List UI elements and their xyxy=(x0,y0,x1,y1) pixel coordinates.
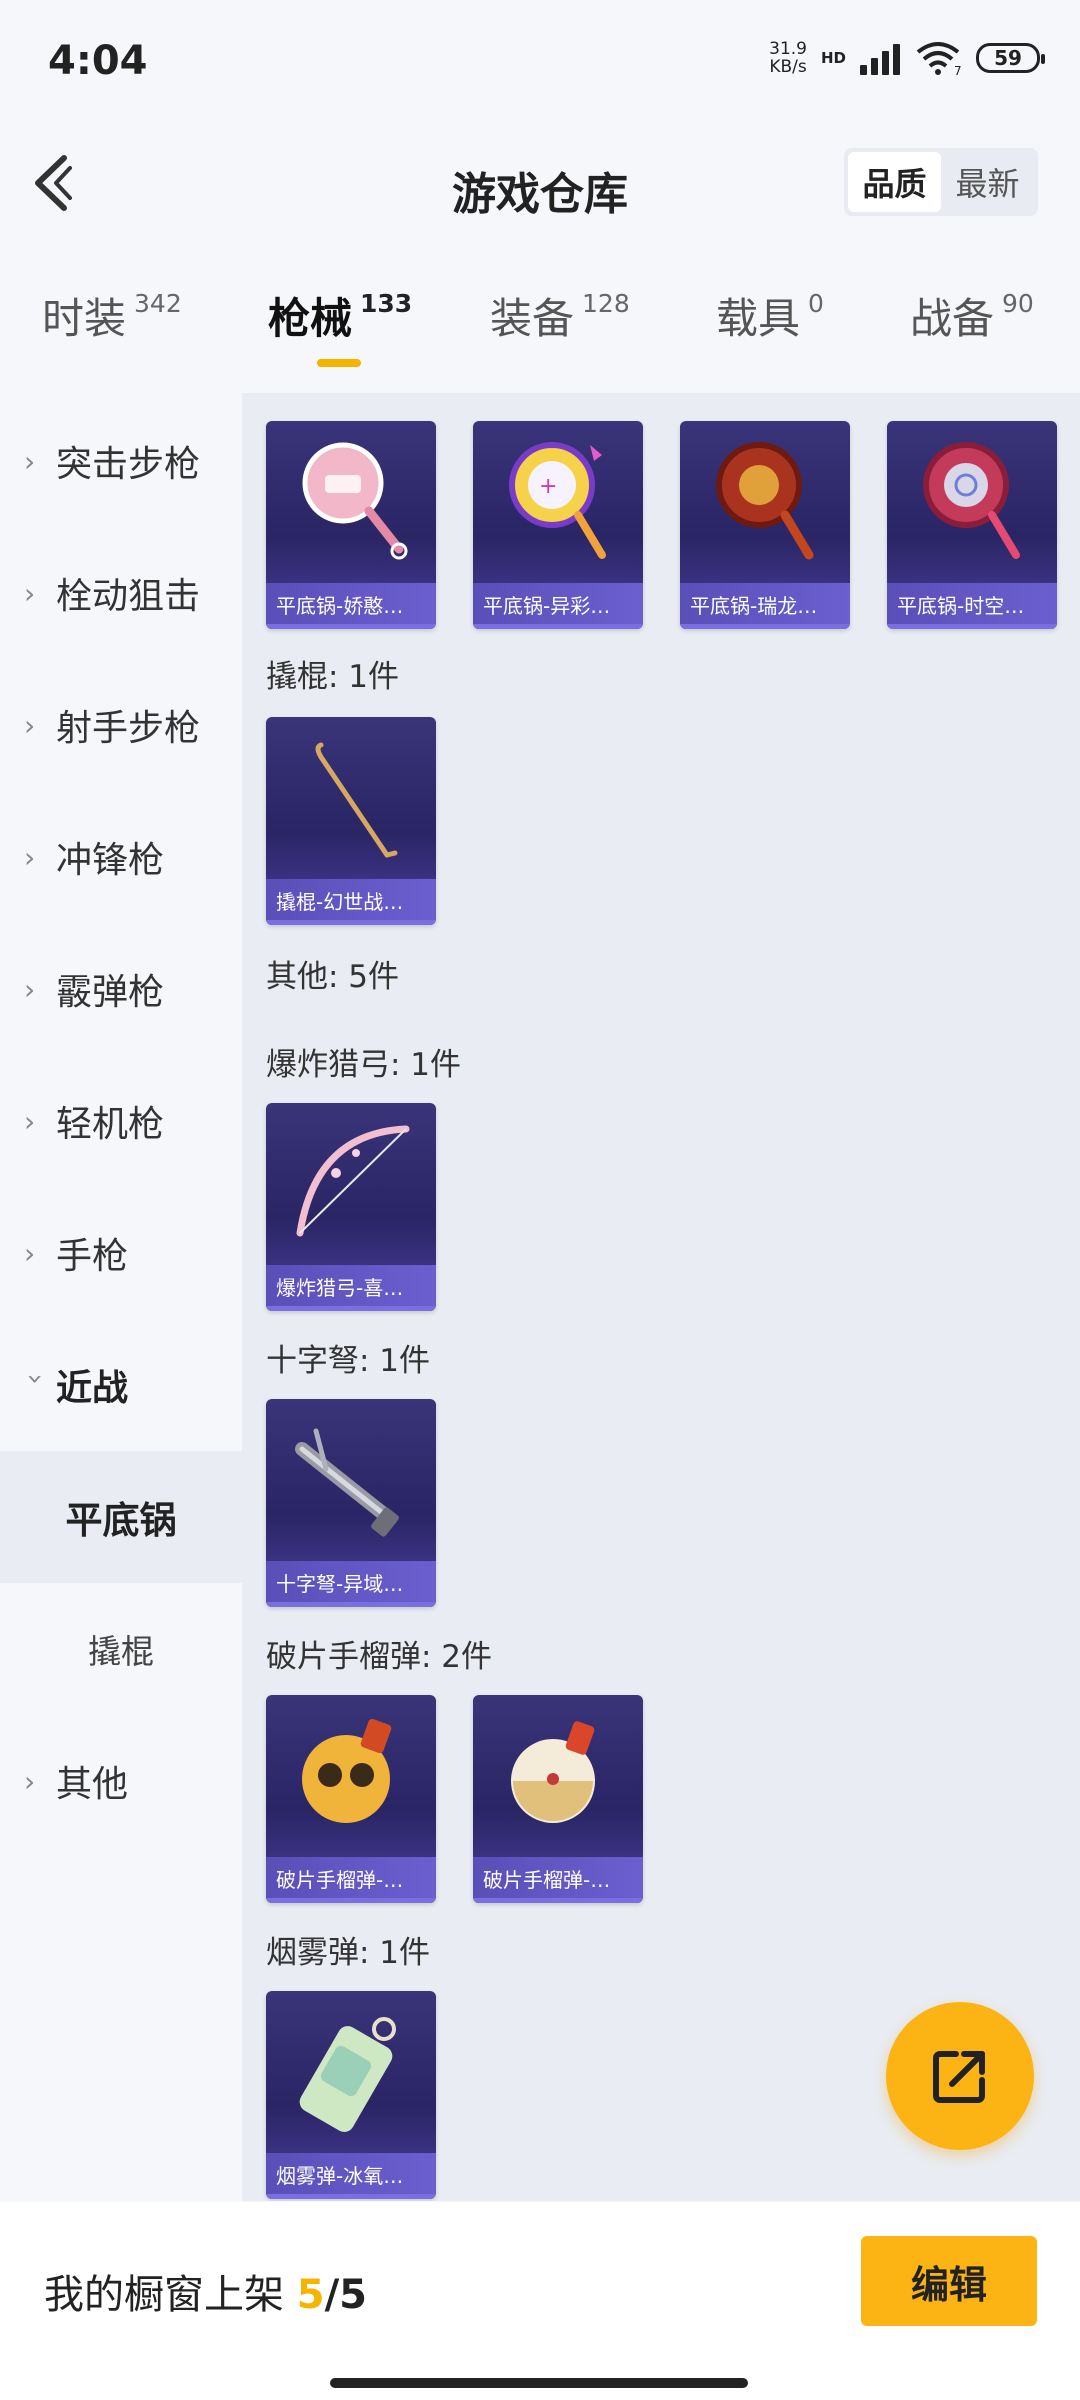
group-title-crowbar: 撬棍: 1件 xyxy=(266,659,400,695)
sidebar-item-marksman-rifles[interactable]: › 射手步枪 xyxy=(0,659,242,791)
back-arrow-icon xyxy=(35,155,72,211)
bow-icon xyxy=(266,1103,436,1263)
sidebar-subitem-crowbar[interactable]: 撬棍 xyxy=(0,1583,242,1715)
signal-icon xyxy=(860,41,900,75)
hd-badge: HD xyxy=(820,49,846,67)
group-title-smoke-grenade: 烟雾弹: 1件 xyxy=(266,1935,431,1971)
external-share-icon xyxy=(933,2051,985,2103)
pan-pink-icon xyxy=(266,421,436,581)
active-tab-indicator xyxy=(317,359,361,367)
sidebar-item-melee[interactable]: › 近战 xyxy=(0,1319,242,1451)
group-title-frag-grenade: 破片手榴弹: 2件 xyxy=(266,1639,493,1675)
tab-firearms[interactable]: 枪械 133 xyxy=(268,285,412,346)
tab-supplies[interactable]: 战备 90 xyxy=(910,285,1034,346)
sidebar-item-shotguns[interactable]: › 霰弹枪 xyxy=(0,923,242,1055)
smoke-grenade-icon xyxy=(266,1991,436,2151)
item-card-pan-3[interactable]: 平底锅-瑞龙… xyxy=(680,421,850,629)
sort-option-quality[interactable]: 品质 xyxy=(848,152,941,212)
tab-costume[interactable]: 时装 342 xyxy=(42,285,182,346)
sidebar-item-bolt-sniper[interactable]: › 栓动狙击 xyxy=(0,527,242,659)
sidebar-item-smg[interactable]: › 冲锋枪 xyxy=(0,791,242,923)
sidebar-item-other[interactable]: › 其他 xyxy=(0,1715,242,1847)
item-card-frag-grenade-1[interactable]: 破片手榴弹-… xyxy=(266,1695,436,1903)
chevron-right-icon: › xyxy=(24,840,36,874)
grenade-white-icon xyxy=(473,1695,643,1855)
chevron-right-icon: › xyxy=(24,1764,36,1798)
sort-toggle: 品质 最新 xyxy=(844,148,1038,216)
category-tabs: 时装 342 枪械 133 装备 128 载具 0 战备 90 xyxy=(0,285,1080,395)
svg-text:7: 7 xyxy=(954,64,962,76)
sidebar-subitem-pan[interactable]: 平底锅 xyxy=(0,1451,242,1583)
crossbow-icon xyxy=(266,1399,436,1559)
chevron-right-icon: › xyxy=(24,972,36,1006)
item-card-crowbar[interactable]: 撬棍-幻世战… xyxy=(266,717,436,925)
home-indicator[interactable] xyxy=(330,2378,748,2388)
chevron-down-icon: › xyxy=(19,1373,53,1385)
grenade-sunglasses-icon xyxy=(266,1695,436,1855)
back-button[interactable] xyxy=(28,148,88,218)
item-card-pan-1[interactable]: 平底锅-娇憨… xyxy=(266,421,436,629)
wifi-icon: 7 xyxy=(914,40,962,76)
pan-dragon-icon xyxy=(680,421,850,581)
header: 游戏仓库 品质 最新 xyxy=(0,130,1080,240)
pan-spacetime-icon xyxy=(887,421,1057,581)
item-card-frag-grenade-2[interactable]: 破片手榴弹-… xyxy=(473,1695,643,1903)
share-fab-button[interactable] xyxy=(886,2002,1034,2150)
item-card-smoke-grenade[interactable]: 烟雾弹-冰氧… xyxy=(266,1991,436,2199)
svg-text:+: + xyxy=(539,474,557,499)
item-grid: 平底锅-娇憨… + 平底锅-异彩… 平底锅-瑞龙… 平底锅-时空… 撬棍: 1件… xyxy=(242,393,1080,2201)
tab-equipment[interactable]: 装备 128 xyxy=(490,285,630,346)
group-title-crossbow: 十字弩: 1件 xyxy=(266,1343,431,1379)
item-card-explosive-bow[interactable]: 爆炸猎弓-喜… xyxy=(266,1103,436,1311)
showcase-count: 5/5 xyxy=(296,2272,368,2318)
sort-option-latest[interactable]: 最新 xyxy=(941,152,1034,212)
sidebar-item-assault-rifles[interactable]: › 突击步枪 xyxy=(0,395,242,527)
chevron-right-icon: › xyxy=(24,1236,36,1270)
chevron-right-icon: › xyxy=(24,1104,36,1138)
item-card-pan-4[interactable]: 平底锅-时空… xyxy=(887,421,1057,629)
battery-icon: 59 xyxy=(976,43,1045,73)
showcase-status: 我的橱窗上架 5/5 xyxy=(44,2272,368,2318)
group-title-other: 其他: 5件 xyxy=(266,959,400,995)
chevron-right-icon: › xyxy=(24,708,36,742)
group-title-explosive-bow: 爆炸猎弓: 1件 xyxy=(266,1047,462,1083)
pan-colorful-icon: + xyxy=(473,421,643,581)
sidebar-item-pistols[interactable]: › 手枪 xyxy=(0,1187,242,1319)
status-bar: 4:04 31.9 KB/s HD 7 59 xyxy=(0,0,1080,130)
crowbar-icon xyxy=(266,717,436,877)
net-speed: 31.9 KB/s xyxy=(769,39,807,77)
sidebar-item-lmg[interactable]: › 轻机枪 xyxy=(0,1055,242,1187)
item-card-pan-2[interactable]: + 平底锅-异彩… xyxy=(473,421,643,629)
bottom-bar: 我的橱窗上架 5/5 编辑 xyxy=(0,2202,1080,2400)
chevron-right-icon: › xyxy=(24,444,36,478)
tab-vehicles[interactable]: 载具 0 xyxy=(716,285,824,346)
status-time: 4:04 xyxy=(48,38,148,84)
sidebar: › 突击步枪 › 栓动狙击 › 射手步枪 › 冲锋枪 › 霰弹枪 › 轻机枪 ›… xyxy=(0,395,242,2200)
edit-button[interactable]: 编辑 xyxy=(861,2236,1037,2326)
chevron-right-icon: › xyxy=(24,576,36,610)
item-card-crossbow[interactable]: 十字弩-异域… xyxy=(266,1399,436,1607)
status-icons: 31.9 KB/s HD 7 59 xyxy=(769,39,1045,77)
